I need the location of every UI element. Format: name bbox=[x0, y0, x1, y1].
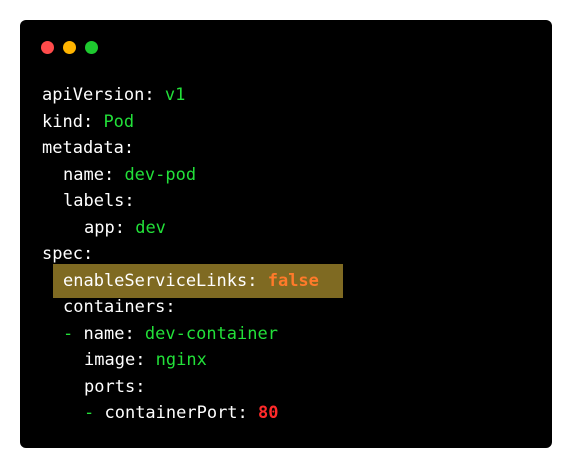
code-line-app: app: dev bbox=[84, 217, 166, 238]
maximize-dot-icon[interactable] bbox=[85, 41, 98, 54]
code-line-container-name: - name: dev-container bbox=[63, 323, 278, 344]
code-line-name: name: dev-pod bbox=[63, 164, 197, 185]
code-line-containers: containers: bbox=[63, 297, 176, 317]
code-line-metadata: metadata: bbox=[42, 138, 135, 158]
code-window: apiVersion: v1 kind: Pod metadata: name:… bbox=[20, 20, 552, 448]
window-controls bbox=[41, 41, 98, 54]
code-line-kind: kind: Pod bbox=[42, 111, 135, 132]
minimize-dot-icon[interactable] bbox=[63, 41, 76, 54]
close-dot-icon[interactable] bbox=[41, 41, 54, 54]
code-line-labels: labels: bbox=[63, 191, 135, 211]
code-line-containerport: - containerPort: 80 bbox=[84, 403, 279, 423]
code-line-image: image: nginx bbox=[84, 350, 207, 370]
yaml-code-block: apiVersion: v1 kind: Pod metadata: name:… bbox=[42, 82, 319, 427]
code-line-ports: ports: bbox=[84, 376, 146, 397]
code-line-apiversion: apiVersion: v1 bbox=[42, 85, 186, 105]
code-line-enableservicelinks: enableServiceLinks: false bbox=[63, 270, 319, 291]
code-line-spec: spec: bbox=[42, 244, 94, 264]
